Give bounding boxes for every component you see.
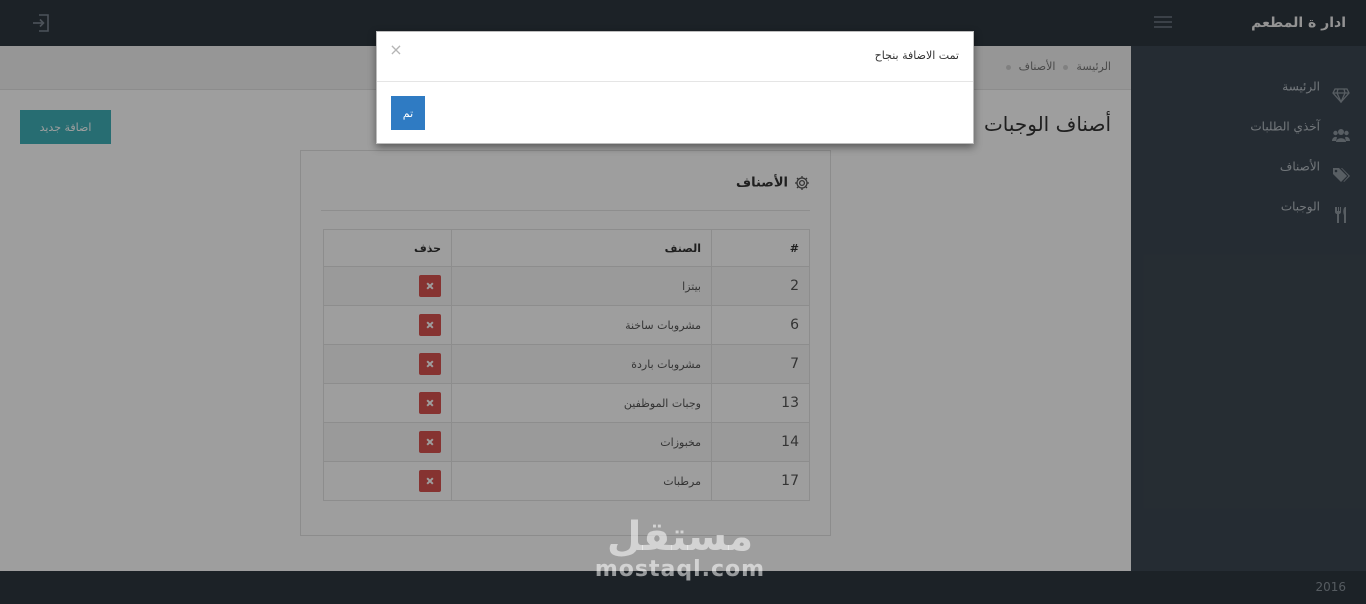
- success-modal: تمت الاضافة بنجاح × تم: [376, 31, 974, 144]
- modal-message: تمت الاضافة بنجاح: [874, 49, 959, 62]
- watermark-arabic: مستقل: [606, 514, 754, 560]
- ok-button[interactable]: تم: [391, 96, 425, 130]
- watermark: مستقل mostaql.com: [560, 514, 800, 582]
- watermark-latin: mostaql.com: [594, 557, 766, 582]
- modal-header: تمت الاضافة بنجاح ×: [377, 32, 973, 82]
- close-icon[interactable]: ×: [389, 42, 403, 58]
